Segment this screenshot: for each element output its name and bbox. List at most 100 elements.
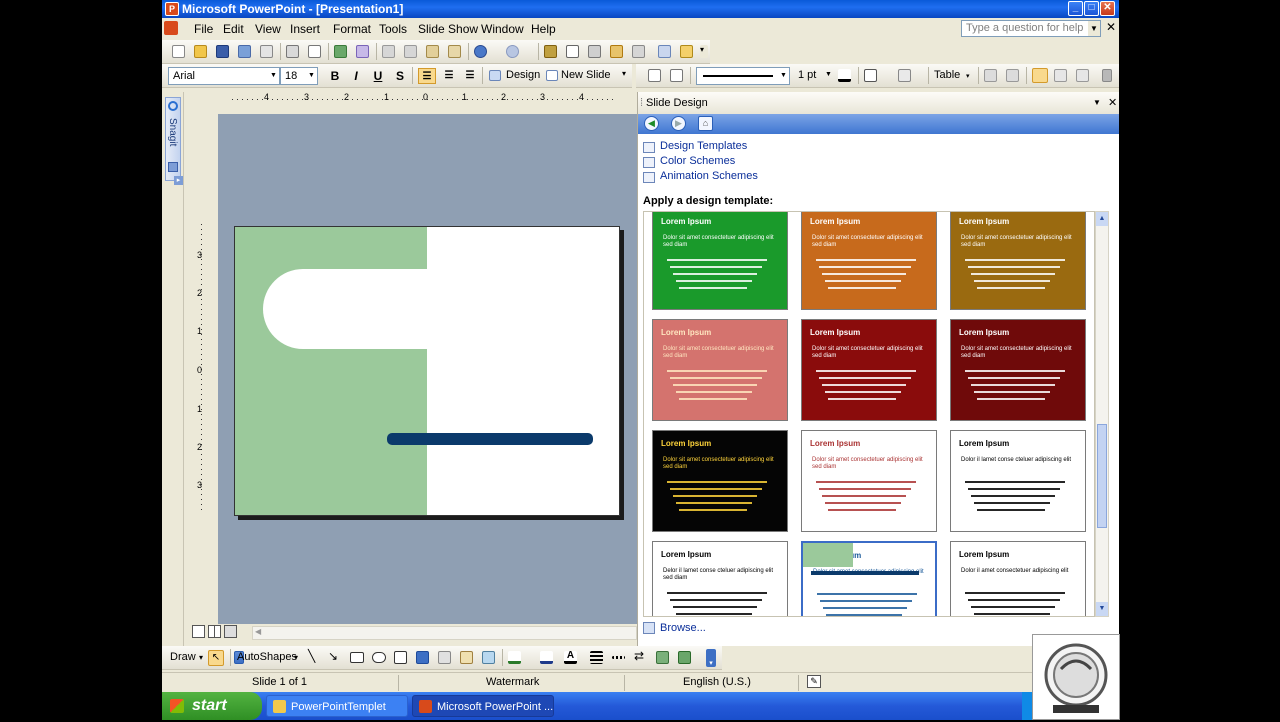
normal-view-icon[interactable]	[192, 625, 205, 638]
shadow-button[interactable]: S	[391, 68, 409, 84]
menu-tools[interactable]: Tools	[379, 22, 407, 36]
table-dropdown-icon[interactable]: ▾	[966, 72, 972, 80]
border-color-icon[interactable]	[838, 69, 851, 82]
maximize-button[interactable]: □	[1084, 1, 1099, 16]
align-center-button[interactable]: ☰	[440, 68, 458, 84]
template-thumbnail[interactable]: Lorem Ipsum Delor il lamet conse cteluer …	[652, 541, 788, 616]
taskbar-folder-button[interactable]: PowerPointTemplet	[266, 695, 408, 717]
slide-canvas[interactable]	[234, 226, 620, 516]
gallery-scrollbar[interactable]: ▲ ▼	[1095, 211, 1109, 617]
autoshapes-button[interactable]: AutoShapes	[237, 651, 297, 663]
eraser-icon[interactable]	[670, 69, 683, 82]
template-thumbnail[interactable]: Lorem IpsumDolor sit amet consectetuer a…	[950, 212, 1086, 310]
underline-button[interactable]: U	[369, 68, 387, 84]
font-color-icon[interactable]: A	[564, 651, 577, 664]
browse-link[interactable]: Browse...	[660, 622, 706, 634]
print-icon[interactable]	[286, 45, 299, 58]
close-window-button[interactable]: ✕	[1100, 1, 1115, 16]
font-size-combo[interactable]: 18 ▼	[280, 67, 318, 85]
rectangle-icon[interactable]	[350, 652, 364, 663]
snagit-icon[interactable]	[168, 101, 178, 111]
slide-sorter-icon[interactable]	[208, 625, 221, 638]
color-grayscale-icon[interactable]	[658, 45, 671, 58]
copy-icon[interactable]	[404, 45, 417, 58]
draw-menu-button[interactable]: Draw	[170, 651, 196, 663]
font-name-combo[interactable]: Arial ▼	[168, 67, 280, 85]
color-schemes-link[interactable]: Color Schemes	[660, 155, 735, 167]
new-slide-button[interactable]: New Slide	[561, 69, 611, 81]
document-icon[interactable]	[164, 21, 178, 35]
help-dropdown-icon[interactable]: ▼	[1088, 21, 1100, 36]
redo-icon[interactable]	[506, 45, 519, 58]
bold-button[interactable]: B	[326, 68, 344, 84]
design-templates-link[interactable]: Design Templates	[660, 140, 747, 152]
toolbar-options-icon[interactable]: ▾	[700, 45, 708, 58]
research-icon[interactable]	[356, 45, 369, 58]
align-right-button[interactable]: ☰	[461, 68, 479, 84]
forward-icon[interactable]: ▶	[671, 116, 686, 131]
cut-icon[interactable]	[382, 45, 395, 58]
slide-show-icon[interactable]	[224, 625, 237, 638]
picture-icon[interactable]	[482, 651, 495, 664]
format-painter-icon[interactable]	[448, 45, 461, 58]
snagit-expand-icon[interactable]: ▸	[174, 176, 183, 185]
pane-close-icon[interactable]: ✕	[1108, 92, 1117, 114]
template-thumbnail[interactable]: Lorem Ipsum Dolor il lamet conse cteluer …	[950, 430, 1086, 532]
show-formatting-icon[interactable]	[632, 45, 645, 58]
wordart-icon[interactable]	[416, 651, 429, 664]
menu-format[interactable]: Format	[333, 22, 371, 36]
shadow-style-icon[interactable]	[656, 651, 669, 664]
tables-borders-icon[interactable]	[588, 45, 601, 58]
menu-insert[interactable]: Insert	[290, 22, 320, 36]
merge-cells-icon[interactable]	[984, 69, 997, 82]
align-left-button[interactable]: ☰	[418, 68, 436, 84]
template-thumbnail[interactable]: Lorem IpsumDolor sit amet consectetuer a…	[950, 319, 1086, 421]
fill-color-draw-icon[interactable]	[508, 651, 521, 664]
3d-style-icon[interactable]	[678, 651, 691, 664]
border-style-combo[interactable]: ▼	[696, 67, 790, 85]
scroll-left-icon[interactable]: ◀	[255, 627, 261, 636]
text-box-icon[interactable]	[394, 651, 407, 664]
expand-all-icon[interactable]	[610, 45, 623, 58]
paste-icon[interactable]	[426, 45, 439, 58]
start-button[interactable]: start	[162, 692, 262, 720]
arrow-style-icon[interactable]: ⇄	[634, 649, 647, 663]
taskbar-powerpoint-button[interactable]: Microsoft PowerPoint ...	[412, 695, 554, 717]
new-icon[interactable]	[172, 45, 185, 58]
select-objects-icon[interactable]: ↖	[208, 650, 224, 666]
border-style-dropdown-icon[interactable]: ▼	[778, 68, 789, 84]
pane-grip-icon[interactable]: ⁞	[640, 92, 643, 114]
chart-icon[interactable]	[544, 45, 557, 58]
fill-color-icon[interactable]	[898, 69, 911, 82]
border-width-combo[interactable]: 1 pt ▼	[794, 67, 834, 85]
save-icon[interactable]	[216, 45, 229, 58]
menu-window[interactable]: Window	[481, 22, 524, 36]
scroll-thumb[interactable]	[1097, 424, 1107, 528]
autoshapes-dropdown-icon[interactable]: ▾	[294, 653, 298, 662]
open-icon[interactable]	[194, 45, 207, 58]
line-color-icon[interactable]	[540, 651, 553, 664]
spelling-icon[interactable]	[334, 45, 347, 58]
align-top-icon[interactable]	[1032, 68, 1048, 83]
draw-dropdown-icon[interactable]: ▾	[199, 653, 203, 662]
spelling-status-icon[interactable]: ✎	[807, 675, 821, 688]
scroll-down-icon[interactable]: ▼	[1096, 602, 1108, 616]
split-cell-icon[interactable]	[1006, 69, 1019, 82]
line-style-icon[interactable]	[590, 651, 603, 664]
pane-menu-icon[interactable]: ▼	[1093, 92, 1101, 114]
template-thumbnail[interactable]: Lorem IpsumDolor sit amet consectetuer a…	[801, 430, 937, 532]
email-icon[interactable]	[260, 45, 273, 58]
animation-schemes-link[interactable]: Animation Schemes	[660, 170, 758, 182]
menu-view[interactable]: View	[255, 22, 281, 36]
center-vertically-icon[interactable]	[1054, 69, 1067, 82]
template-thumbnail[interactable]: Lorem Ipsum Dolor il amet consectetuer ad…	[950, 541, 1086, 616]
template-thumbnail[interactable]: Lorem IpsumDolor sit amet consectetuer a…	[801, 541, 937, 616]
undo-icon[interactable]	[474, 45, 487, 58]
arrow-icon[interactable]: ↘	[328, 649, 341, 663]
border-width-dropdown-icon[interactable]: ▼	[823, 67, 834, 83]
template-thumbnail[interactable]: Lorem IpsumDolor sit amet consectetuer a…	[801, 212, 937, 310]
template-thumbnail[interactable]: Lorem IpsumDolor sit amet consectetuer a…	[652, 212, 788, 310]
menu-edit[interactable]: Edit	[223, 22, 244, 36]
close-document-button[interactable]: ✕	[1106, 20, 1116, 34]
font-name-dropdown-icon[interactable]: ▼	[268, 68, 279, 84]
